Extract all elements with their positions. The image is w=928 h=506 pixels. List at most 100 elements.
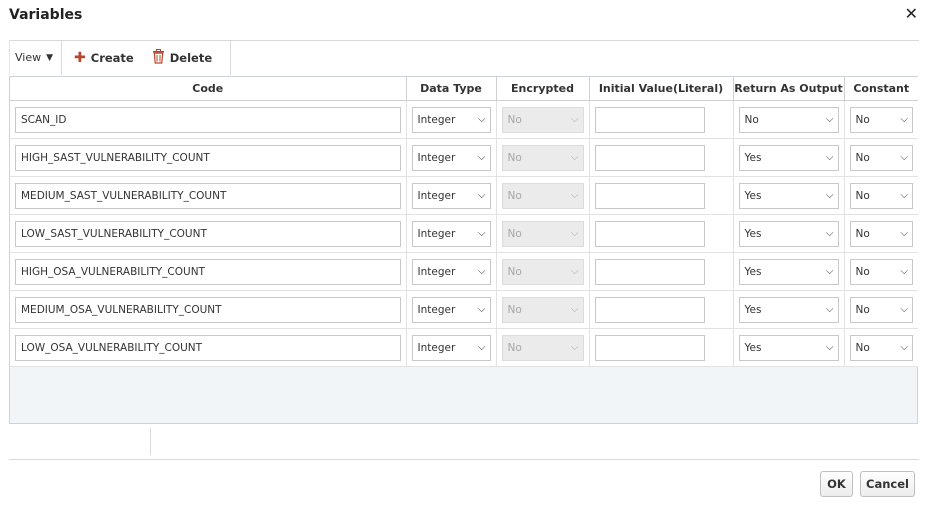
chevron-down-icon: ⌵ [825, 228, 834, 239]
create-button[interactable]: ✚ Create [74, 51, 134, 65]
initial-value-input[interactable] [594, 182, 705, 209]
chevron-down-icon: ⌵ [825, 152, 834, 163]
return-as-output-value: Yes [744, 227, 762, 240]
table-row: LOW_OSA_VULNERABILITY_COUNT Integer ⌵ No ⌵… [10, 328, 918, 367]
initial-value-input[interactable] [594, 296, 705, 323]
column-header-return-as-output[interactable]: Return As Output [733, 77, 845, 101]
chevron-down-icon: ⌵ [570, 228, 579, 239]
chevron-down-icon: ⌵ [900, 342, 908, 353]
data-type-select[interactable]: Integer ⌵ [411, 220, 491, 247]
constant-value: No [855, 341, 870, 354]
constant-select[interactable]: No ⌵ [849, 296, 913, 323]
table-row: SCAN_ID Integer ⌵ No ⌵ No ⌵ No ⌵ [10, 100, 918, 139]
code-input[interactable]: LOW_SAST_VULNERABILITY_COUNT [15, 220, 401, 247]
chevron-down-icon: ⌵ [570, 114, 579, 125]
return-as-output-select[interactable]: Yes ⌵ [738, 144, 839, 171]
footer-divider [9, 459, 919, 460]
constant-value: No [855, 227, 870, 240]
return-as-output-select[interactable]: Yes ⌵ [738, 182, 839, 209]
chevron-down-icon: ⌵ [825, 114, 834, 125]
data-type-value: Integer [417, 189, 456, 202]
trash-icon [152, 48, 165, 67]
encrypted-value: No [507, 189, 522, 202]
column-header-constant[interactable]: Constant [844, 77, 918, 101]
table-header-row: Code Data Type Encrypted Initial Value(L… [10, 77, 918, 101]
encrypted-value: No [507, 265, 522, 278]
chevron-down-icon: ⌵ [900, 152, 908, 163]
constant-select[interactable]: No ⌵ [849, 334, 913, 361]
encrypted-select: No ⌵ [501, 182, 584, 209]
chevron-down-icon: ⌵ [477, 304, 486, 315]
chevron-down-icon: ⌵ [900, 228, 908, 239]
return-as-output-value: Yes [744, 151, 762, 164]
chevron-down-icon: ⌵ [570, 342, 579, 353]
plus-icon: ✚ [74, 49, 86, 66]
chevron-down-icon: ⌵ [477, 152, 486, 163]
view-menu-button[interactable]: View ▼ [10, 40, 63, 75]
encrypted-value: No [507, 341, 522, 354]
return-as-output-select[interactable]: Yes ⌵ [738, 334, 839, 361]
data-type-value: Integer [417, 303, 456, 316]
code-input[interactable]: SCAN_ID [15, 106, 401, 133]
close-icon[interactable]: ✕ [905, 6, 918, 22]
data-type-value: Integer [417, 265, 456, 278]
table-body: SCAN_ID Integer ⌵ No ⌵ No ⌵ No ⌵ HIGH_SAST_V… [10, 100, 918, 367]
chevron-down-icon: ⌵ [825, 266, 834, 277]
data-type-value: Integer [417, 227, 456, 240]
delete-button[interactable]: Delete [152, 48, 212, 67]
encrypted-select: No ⌵ [501, 258, 584, 285]
status-bar-divider [150, 428, 151, 455]
return-as-output-select[interactable]: Yes ⌵ [738, 296, 839, 323]
column-header-initial-value[interactable]: Initial Value(Literal) [589, 77, 734, 101]
constant-select[interactable]: No ⌵ [849, 106, 913, 133]
column-header-encrypted[interactable]: Encrypted [496, 77, 590, 101]
chevron-down-icon: ⌵ [570, 304, 579, 315]
column-header-data-type[interactable]: Data Type [406, 77, 497, 101]
return-as-output-value: Yes [744, 303, 762, 316]
code-input[interactable]: LOW_OSA_VULNERABILITY_COUNT [15, 334, 401, 361]
constant-select[interactable]: No ⌵ [849, 182, 913, 209]
encrypted-select: No ⌵ [501, 106, 584, 133]
constant-value: No [855, 303, 870, 316]
data-type-select[interactable]: Integer ⌵ [411, 106, 491, 133]
dialog-title: Variables [9, 7, 83, 23]
initial-value-input[interactable] [594, 220, 705, 247]
variables-table-container: Code Data Type Encrypted Initial Value(L… [9, 76, 918, 424]
chevron-down-icon: ⌵ [900, 304, 908, 315]
constant-select[interactable]: No ⌵ [849, 258, 913, 285]
initial-value-input[interactable] [594, 258, 705, 285]
return-as-output-select[interactable]: No ⌵ [738, 106, 839, 133]
column-header-code[interactable]: Code [10, 77, 407, 101]
table-row: HIGH_OSA_VULNERABILITY_COUNT Integer ⌵ No… [10, 252, 918, 291]
encrypted-value: No [507, 227, 522, 240]
data-type-value: Integer [417, 151, 456, 164]
cancel-button[interactable]: Cancel [860, 471, 915, 497]
data-type-select[interactable]: Integer ⌵ [411, 334, 491, 361]
chevron-down-icon: ⌵ [900, 266, 908, 277]
data-type-select[interactable]: Integer ⌵ [411, 144, 491, 171]
return-as-output-select[interactable]: Yes ⌵ [738, 258, 839, 285]
data-type-value: Integer [417, 113, 456, 126]
constant-select[interactable]: No ⌵ [849, 144, 913, 171]
initial-value-input[interactable] [594, 106, 705, 133]
code-input[interactable]: MEDIUM_SAST_VULNERABILITY_COUNT [15, 182, 401, 209]
code-input[interactable]: HIGH_OSA_VULNERABILITY_COUNT [15, 258, 401, 285]
chevron-down-icon: ⌵ [825, 190, 834, 201]
data-type-select[interactable]: Integer ⌵ [411, 296, 491, 323]
ok-button[interactable]: OK [820, 471, 853, 497]
table-row: MEDIUM_OSA_VULNERABILITY_COUNT Integer ⌵ … [10, 290, 918, 329]
chevron-down-icon: ⌵ [477, 342, 486, 353]
code-input[interactable]: HIGH_SAST_VULNERABILITY_COUNT [15, 144, 401, 171]
table-row: MEDIUM_SAST_VULNERABILITY_COUNT Integer ⌵… [10, 176, 918, 215]
initial-value-input[interactable] [594, 144, 705, 171]
return-as-output-select[interactable]: Yes ⌵ [738, 220, 839, 247]
data-type-select[interactable]: Integer ⌵ [411, 258, 491, 285]
encrypted-select: No ⌵ [501, 144, 584, 171]
encrypted-select: No ⌵ [501, 220, 584, 247]
initial-value-input[interactable] [594, 334, 705, 361]
code-input[interactable]: MEDIUM_OSA_VULNERABILITY_COUNT [15, 296, 401, 323]
chevron-down-icon: ⌵ [477, 228, 486, 239]
constant-select[interactable]: No ⌵ [849, 220, 913, 247]
return-as-output-value: Yes [744, 265, 762, 278]
data-type-select[interactable]: Integer ⌵ [411, 182, 491, 209]
